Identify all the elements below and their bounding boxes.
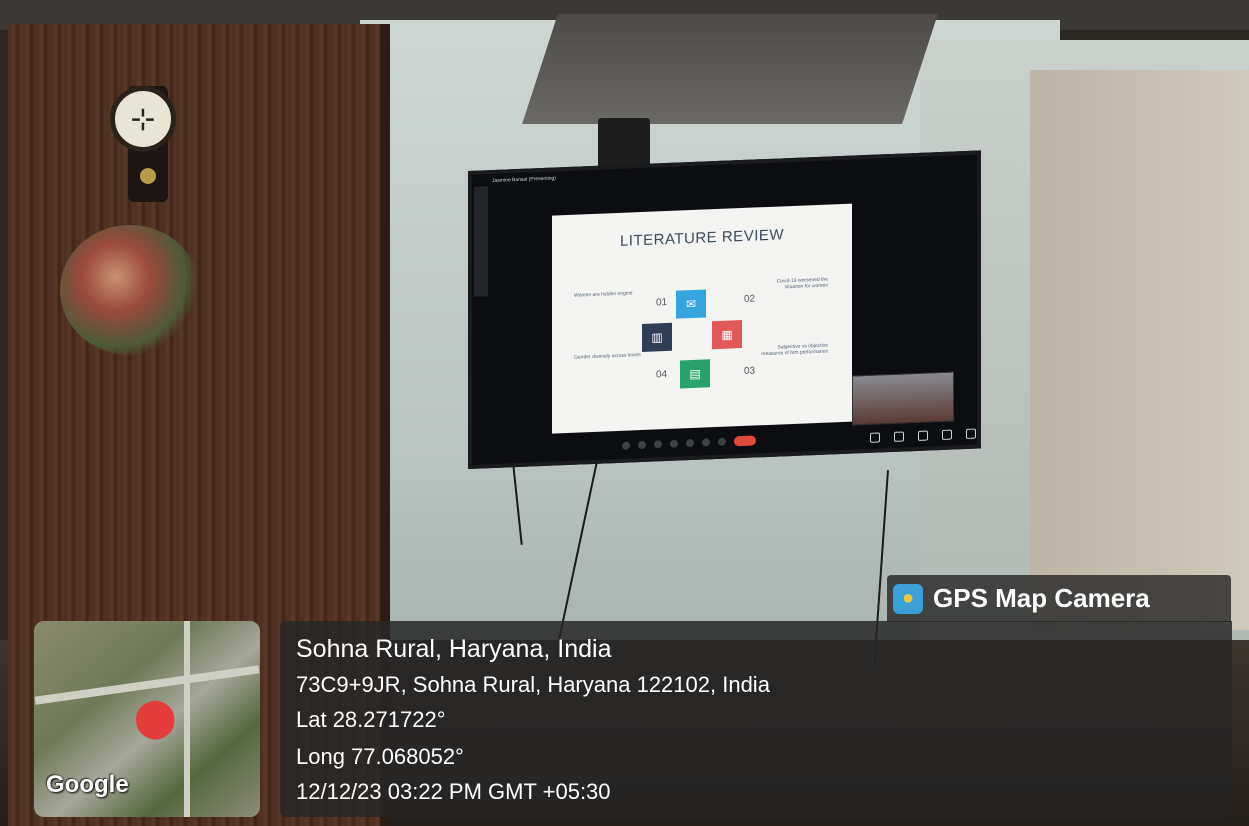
map-thumbnail: ⬤ Google <box>34 621 260 817</box>
map-pin-icon: ● <box>893 583 923 614</box>
slide-text-block: Covid-19 worsened the situation for wome… <box>776 276 828 291</box>
participant-video-tile <box>852 371 954 426</box>
timestamp-line: 12/12/23 03:22 PM GMT +05:30 <box>296 779 611 804</box>
photo-scene: ⊹ Jasmine Bansal (Presenting) LITERATURE… <box>0 0 1249 826</box>
cycle-number: 03 <box>744 365 756 377</box>
more-options-icon <box>718 437 726 446</box>
lock-icon <box>966 428 976 439</box>
cycle-number: 02 <box>744 293 756 305</box>
latitude-line: Lat 28.271722° <box>296 707 446 732</box>
captions-icon <box>654 440 662 449</box>
flower-decoration <box>60 225 200 355</box>
meeting-side-controls <box>870 428 976 443</box>
clock-hands-icon: ⊹ <box>130 102 156 136</box>
emoji-icon <box>670 439 678 448</box>
map-road <box>184 621 190 817</box>
map-marker-icon: ⬤ <box>134 697 177 739</box>
slide-text-block: Subjective vs objective measures of firm… <box>761 342 828 358</box>
presenter-label: Jasmine Bansal (Presenting) <box>492 175 556 185</box>
place-name: Sohna Rural, Haryana, India <box>296 635 612 663</box>
cycle-box-chat-icon: ✉ <box>676 289 706 319</box>
activities-icon <box>942 429 952 440</box>
gps-camera-badge: ● GPS Map Camera <box>887 575 1231 622</box>
cycle-box-calendar-icon: ▦ <box>712 319 742 350</box>
meeting-controls <box>622 432 782 452</box>
info-icon <box>870 432 880 443</box>
television-screen: Jasmine Bansal (Presenting) LITERATURE R… <box>468 150 981 469</box>
wall-clock: ⊹ <box>110 86 176 152</box>
cycle-box-document-icon: ▤ <box>680 359 710 389</box>
slide-text-block: Gender diversity across levels <box>574 352 641 361</box>
people-icon <box>894 431 904 442</box>
slide-text-block: Women are hidden engine <box>574 290 633 299</box>
slide-title: LITERATURE REVIEW <box>619 226 785 250</box>
raise-hand-icon <box>702 438 710 447</box>
meeting-sidebar <box>474 186 488 297</box>
camera-icon <box>638 440 646 450</box>
ceiling-soffit <box>522 14 938 124</box>
cycle-number: 04 <box>656 369 668 381</box>
location-info-box: Sohna Rural, Haryana, India 73C9+9JR, So… <box>280 621 1232 817</box>
presentation-slide: LITERATURE REVIEW ✉ ▦ ▤ ▥ 01 02 03 04 Wo… <box>552 203 852 434</box>
cycle-number: 01 <box>656 297 668 309</box>
chat-icon <box>918 430 928 441</box>
end-call-icon <box>734 435 756 447</box>
clock-pendulum <box>140 168 156 184</box>
wall-panel <box>1030 70 1249 630</box>
present-icon <box>686 438 694 448</box>
google-watermark: Google <box>46 771 129 798</box>
gps-badge-title: GPS Map Camera <box>933 583 1150 613</box>
longitude-line: Long 77.068052° <box>296 744 464 769</box>
address-line: 73C9+9JR, Sohna Rural, Haryana 122102, I… <box>296 672 770 697</box>
mic-icon <box>622 441 630 450</box>
cycle-box-chart-icon: ▥ <box>642 322 672 353</box>
